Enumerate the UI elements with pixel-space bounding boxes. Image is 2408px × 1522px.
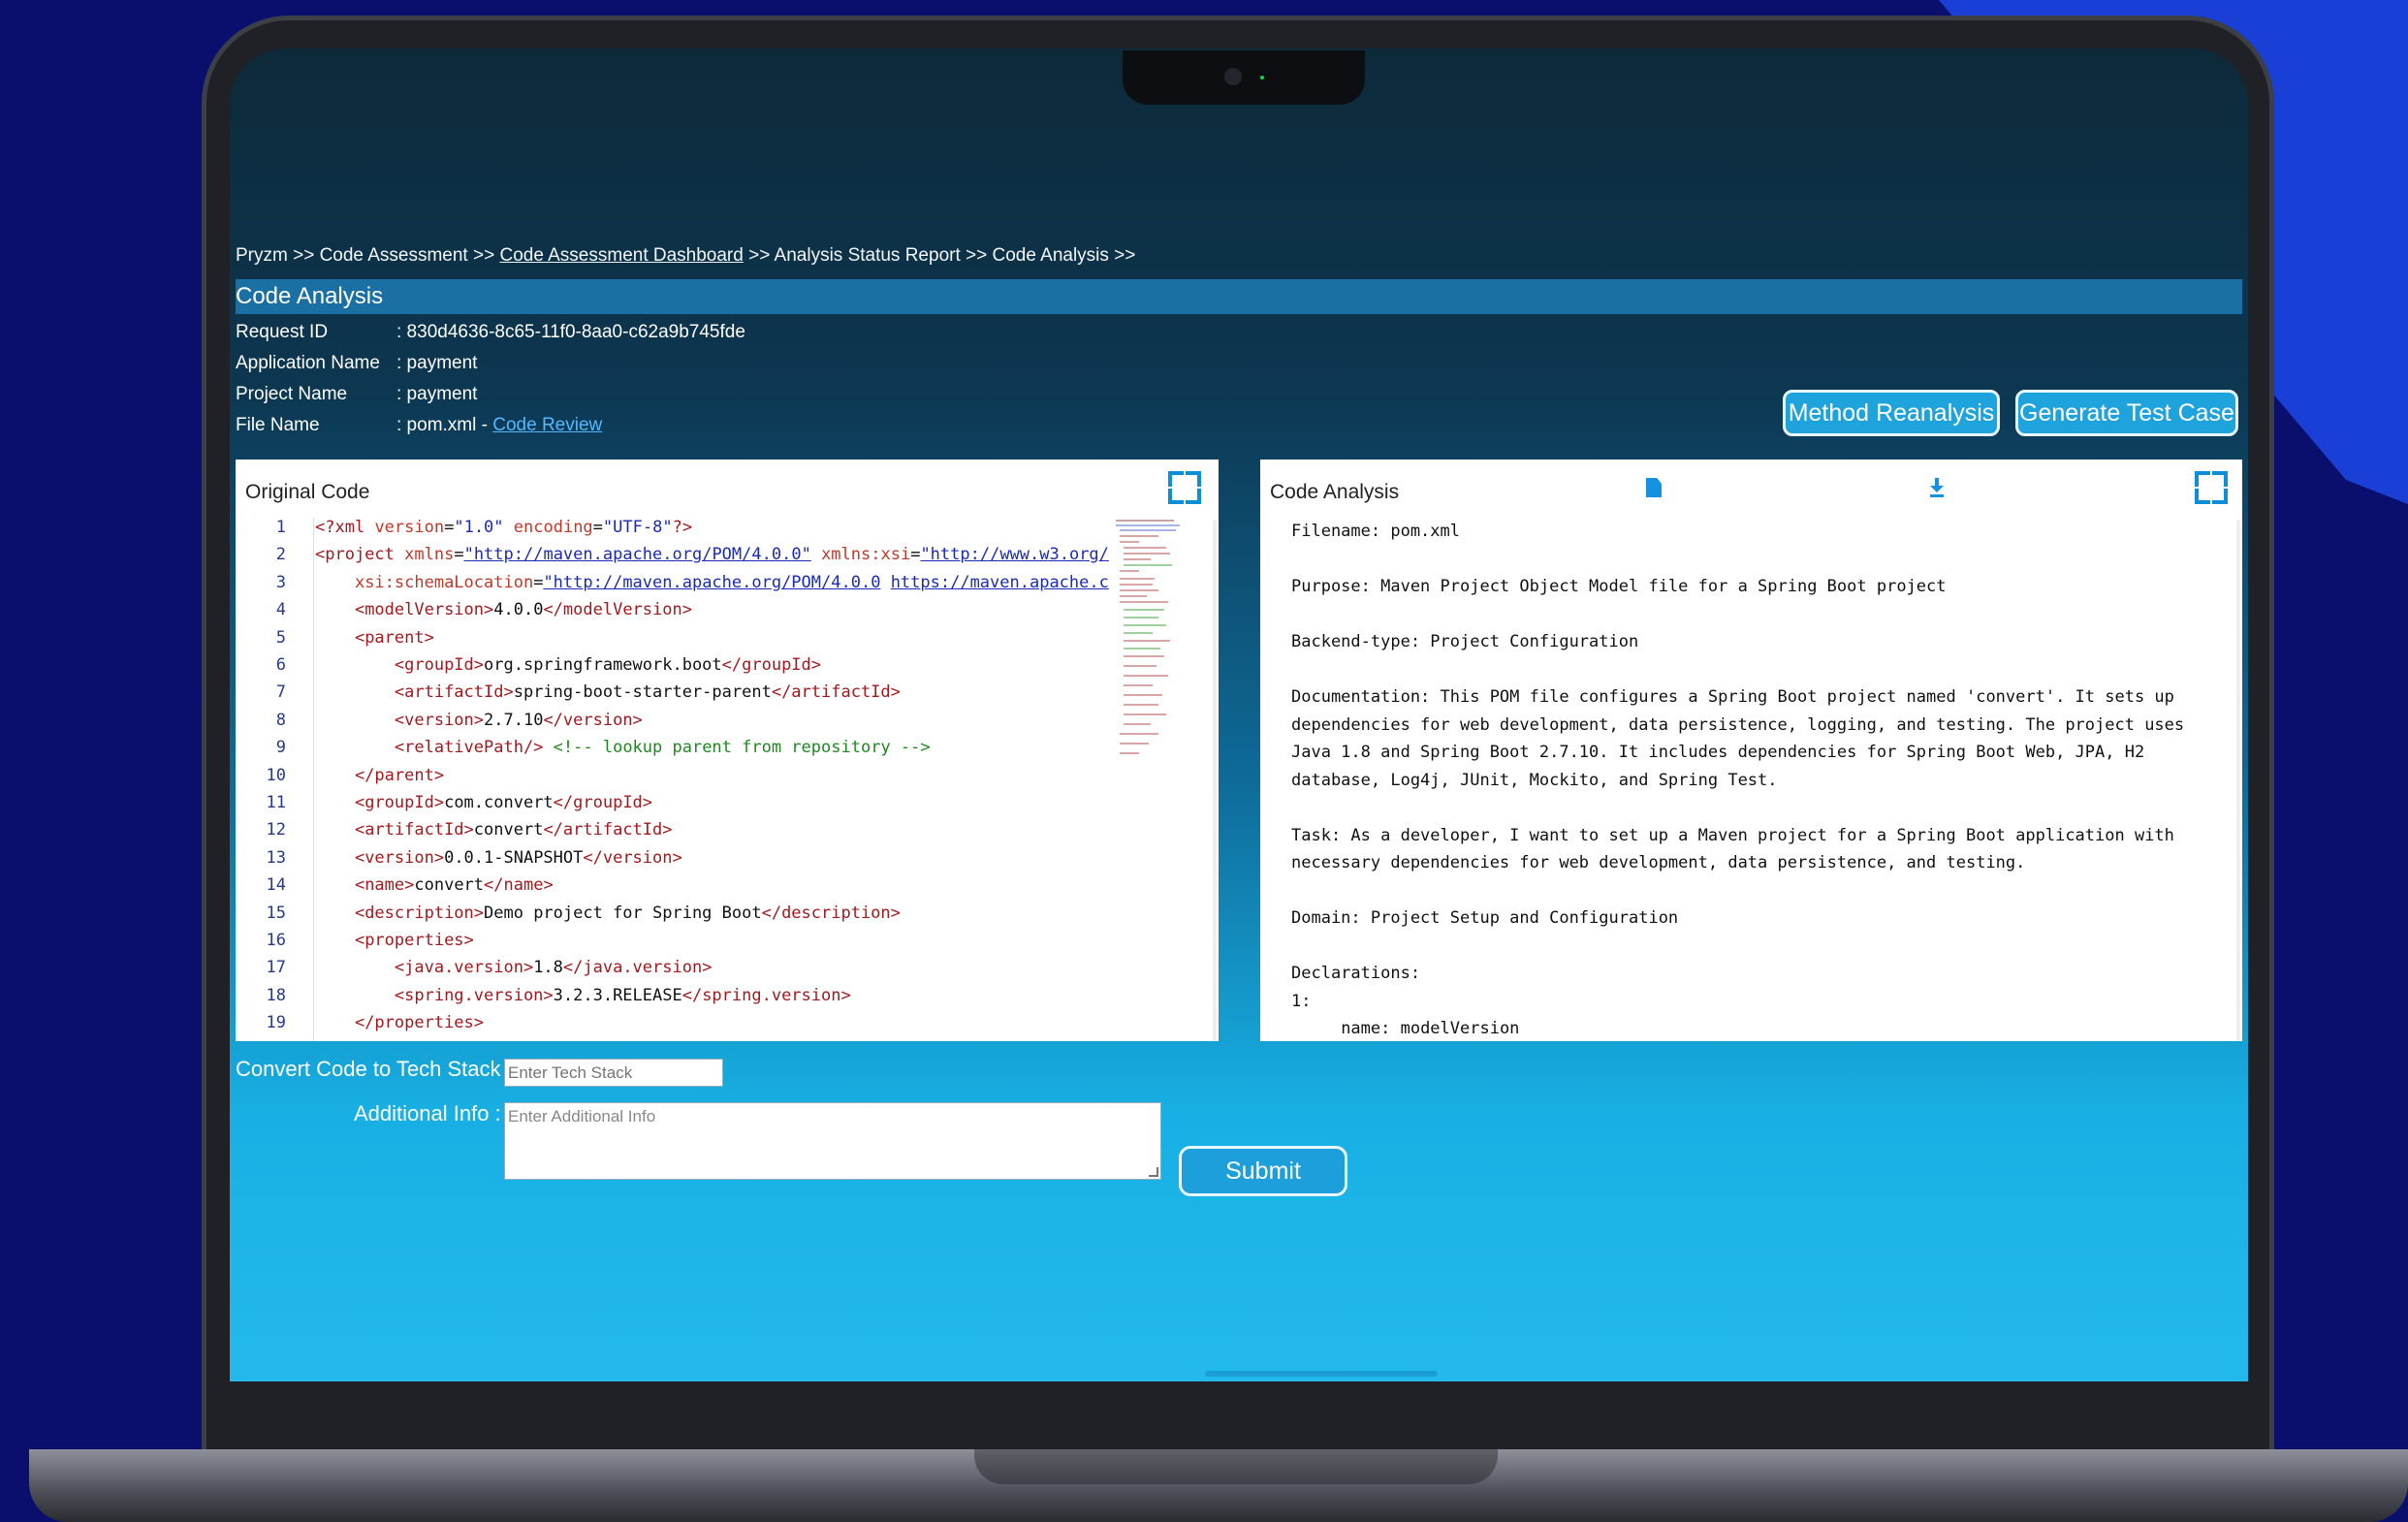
original-code-panel: Original Code 1 2 3 4 5 6 7 8 9 10 11 12… [236, 460, 1219, 1041]
code-analysis-title: Code Analysis [1270, 481, 1400, 503]
code-line: </properties> [354, 1013, 485, 1033]
code-analysis-panel: Code Analysis Filename: pom.xml Purpose:… [1260, 460, 2242, 1041]
app-content: Pryzm >> Code Assessment >> Code Assessm… [236, 48, 2242, 1381]
tech-stack-input[interactable] [504, 1059, 723, 1087]
application-name-value: : payment [396, 353, 478, 373]
code-line: <project xmlns="http://maven.apache.org/… [315, 545, 1109, 565]
code-line: <?xml version="1.0" encoding="UTF-8"?> [315, 518, 693, 537]
code-line: <parent> [354, 627, 434, 648]
resize-handle-icon[interactable] [1149, 1167, 1158, 1177]
expand-original-code-icon[interactable] [1168, 471, 1201, 504]
line-number: 15 [266, 903, 286, 923]
line-number: 9 [275, 738, 286, 758]
file-name-value: : pom.xml [396, 415, 477, 435]
code-line: <modelVersion>4.0.0</modelVersion> [354, 600, 692, 620]
document-icon[interactable] [1646, 478, 1662, 497]
breadcrumb: Pryzm >> Code Assessment >> Code Assessm… [236, 245, 1135, 267]
additional-info-placeholder: Enter Additional Info [508, 1107, 656, 1126]
laptop-base-notch [974, 1449, 1498, 1484]
code-line: <groupId>com.convert</groupId> [354, 793, 653, 812]
project-name-value: : payment [396, 384, 478, 404]
camera-notch [1123, 50, 1365, 105]
code-line: <spring.version>3.2.3.RELEASE</spring.ve… [394, 985, 851, 1005]
line-number: 14 [266, 875, 286, 896]
request-id-value: : 830d4636-8c65-11f0-8aa0-c62a9b745fde [396, 322, 745, 342]
code-line: <version>2.7.10</version> [394, 710, 643, 730]
line-number: 17 [266, 958, 286, 978]
laptop-screen: Pryzm >> Code Assessment >> Code Assessm… [230, 48, 2248, 1381]
code-analysis-text: Filename: pom.xml Purpose: Maven Project… [1291, 522, 2185, 1038]
file-name-value-group: : pom.xml - Code Review [396, 415, 602, 436]
editor-gutter-divider [313, 518, 314, 1041]
breadcrumb-prefix: Pryzm >> Code Assessment >> [236, 245, 500, 266]
line-number: 19 [266, 1013, 286, 1033]
download-icon[interactable] [1929, 478, 1945, 497]
line-number: 16 [266, 931, 286, 950]
code-minimap[interactable] [1116, 520, 1184, 781]
line-number: 2 [275, 545, 286, 565]
code-line: <name>convert</name> [354, 875, 554, 896]
submit-button[interactable]: Submit [1179, 1146, 1347, 1196]
camera-led [1260, 76, 1264, 79]
request-id-label: Request ID [236, 322, 329, 342]
line-number: 8 [275, 710, 286, 730]
file-name-label: File Name [236, 415, 320, 435]
code-line: <groupId>org.springframework.boot</group… [394, 655, 822, 675]
file-name-separator: - [476, 415, 493, 435]
tech-stack-label: Convert Code to Tech Stack : [236, 1057, 513, 1081]
camera-icon [1224, 68, 1242, 85]
code-vertical-scrollbar[interactable] [1213, 520, 1217, 1041]
line-number: 13 [266, 847, 286, 868]
code-line: <java.version>1.8</java.version> [394, 958, 713, 978]
code-line: <artifactId>spring-boot-starter-parent</… [394, 682, 901, 703]
expand-code-analysis-icon[interactable] [2195, 471, 2228, 504]
project-name-label: Project Name [236, 384, 348, 404]
code-line: <version>0.0.1-SNAPSHOT</version> [354, 847, 682, 868]
horizontal-scroll-indicator [1205, 1371, 1438, 1377]
method-reanalysis-button[interactable]: Method Reanalysis [1783, 390, 2000, 436]
breadcrumb-dashboard-link[interactable]: Code Assessment Dashboard [499, 245, 743, 266]
additional-info-label: Additional Info : [354, 1101, 501, 1126]
line-number: 11 [266, 793, 286, 812]
code-line: <artifactId>convert</artifactId> [354, 820, 673, 840]
application-name-label: Application Name [236, 353, 380, 373]
code-review-link[interactable]: Code Review [492, 415, 602, 435]
code-line: <properties> [354, 931, 474, 950]
line-number: 3 [275, 572, 286, 592]
line-number: 7 [275, 682, 286, 703]
line-number: 5 [275, 627, 286, 648]
line-number: 10 [266, 765, 286, 785]
code-line: </parent> [354, 765, 445, 785]
generate-test-case-button[interactable]: Generate Test Case [2015, 390, 2238, 436]
code-line: <description>Demo project for Spring Boo… [354, 903, 901, 923]
breadcrumb-suffix: >> Analysis Status Report >> Code Analys… [743, 245, 1136, 266]
line-number: 18 [266, 985, 286, 1005]
original-code-title: Original Code [245, 481, 370, 503]
code-line: xsi:schemaLocation="http://maven.apache.… [354, 572, 1109, 592]
line-number: 6 [275, 655, 286, 675]
line-number: 4 [275, 600, 286, 620]
analysis-vertical-scrollbar[interactable] [2236, 520, 2240, 1041]
code-line: <relativePath/> <!-- lookup parent from … [394, 738, 931, 758]
line-number: 1 [275, 518, 286, 537]
page-title: Code Analysis [236, 279, 2242, 314]
line-number: 12 [266, 820, 286, 840]
additional-info-textarea[interactable]: Enter Additional Info [504, 1102, 1161, 1180]
